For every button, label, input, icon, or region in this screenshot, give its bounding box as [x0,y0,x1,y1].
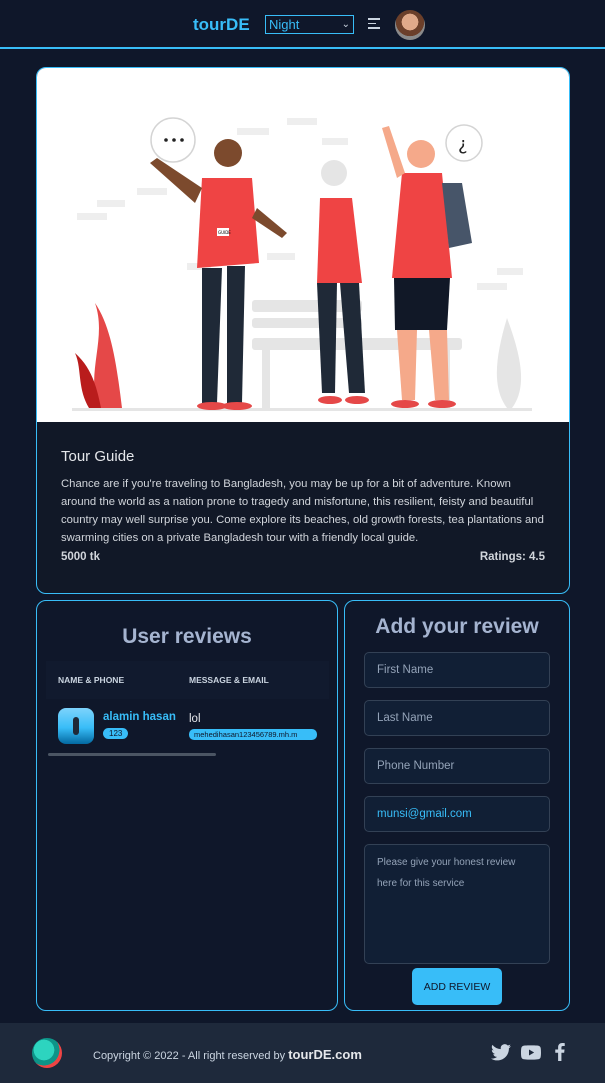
twitter-icon[interactable] [490,1043,512,1061]
add-review-button[interactable]: ADD REVIEW [412,968,502,1005]
review-textarea[interactable]: Please give your honest review here for … [364,844,550,964]
tour-illustration: GUIDE ¿ [37,68,569,422]
first-name-field[interactable]: First Name [364,652,550,688]
copyright-text: Copyright © 2022 - All right reserved by… [93,1047,362,1062]
add-review-card: Add your review First Name Last Name Pho… [344,600,570,1011]
youtube-icon[interactable] [520,1043,542,1061]
footer-brand[interactable]: tourDE.com [288,1047,362,1062]
footer: Copyright © 2022 - All right reserved by… [0,1023,605,1083]
brand-logo[interactable]: tourDE [193,15,250,35]
reviews-title: User reviews [122,625,252,648]
reviewer-avatar [58,708,94,744]
last-name-field[interactable]: Last Name [364,700,550,736]
tour-title: Tour Guide [61,448,135,465]
guide-badge-text: GUIDE [218,230,231,235]
add-review-title: Add your review [375,615,539,638]
table-row: alamin hasan 123 lol mehedihasan12345678… [46,701,329,751]
tour-card: GUIDE ¿ Tour Guide Chance are if you're … [36,67,570,594]
theme-select-value: Night [269,17,300,32]
reviews-table: NAME & PHONE MESSAGE & EMAIL alamin hasa… [46,661,329,751]
tour-ratings: Ratings: 4.5 [479,551,545,563]
svg-text:¿: ¿ [458,134,468,155]
email-field[interactable]: munsi@gmail.com [364,796,550,832]
tour-description: Chance are if you're traveling to Bangla… [61,478,544,544]
tour-price: 5000 tk [61,551,101,563]
copyright-label: Copyright © 2022 - All right reserved by [93,1050,286,1062]
navbar: tourDE Night ⌄ [0,0,605,49]
reviewer-name: alamin hasan [103,711,176,723]
menu-icon[interactable] [368,18,380,29]
reviews-table-header: NAME & PHONE MESSAGE & EMAIL [46,661,329,699]
tour-guide-illustration: GUIDE ¿ [72,117,532,411]
review-message: lol [189,712,201,725]
facebook-icon[interactable] [553,1043,567,1061]
user-reviews-card: User reviews NAME & PHONE MESSAGE & EMAI… [36,600,338,1011]
reviewer-email-badge: mehedihasan123456789.mh.m [189,728,317,740]
avatar[interactable] [395,10,425,40]
phone-number-field[interactable]: Phone Number [364,748,550,784]
column-header-message-email: MESSAGE & EMAIL [189,675,269,685]
theme-select[interactable]: Night ⌄ [265,15,354,34]
tour-meta: 5000 tk Ratings: 4.5 [61,551,545,563]
chevron-down-icon: ⌄ [341,19,350,30]
reviewer-phone-badge: 123 [103,728,129,739]
column-header-name-phone: NAME & PHONE [58,675,125,685]
horizontal-scrollbar[interactable] [48,753,216,756]
globe-logo-icon [32,1038,62,1068]
tour-body: Tour Guide Chance are if you're travelin… [37,422,569,563]
